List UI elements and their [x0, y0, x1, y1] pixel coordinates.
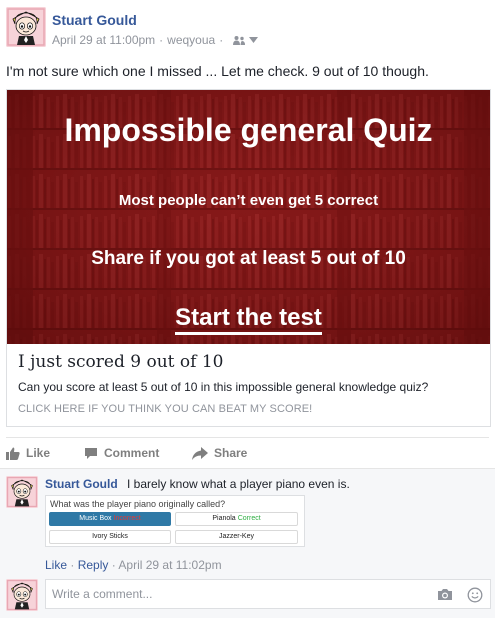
quiz-option: Ivory Sticks [49, 530, 171, 544]
like-label[interactable]: Like [26, 446, 50, 460]
commenter-avatar[interactable] [6, 476, 38, 508]
post-text: I'm not sure which one I missed ... Let … [6, 63, 429, 79]
avatar-image [6, 7, 46, 47]
avatar-image [6, 476, 38, 508]
quiz-option-label: Ivory Sticks [92, 533, 128, 540]
author-avatar[interactable] [6, 7, 46, 47]
share-arrow-icon [192, 446, 208, 460]
meta-separator: · [219, 33, 224, 47]
comment-attachment-image[interactable]: What was the player piano originally cal… [45, 495, 305, 547]
comment-footer: Like · Reply · April 29 at 11:02pm [45, 558, 222, 572]
smiley-icon[interactable] [467, 587, 483, 603]
quiz-option-mark: Incorrect [113, 515, 141, 522]
start-test-link[interactable]: Start the test [7, 304, 490, 335]
comment-composer[interactable] [45, 579, 491, 609]
comment-icon [85, 447, 97, 459]
share-label[interactable]: Share [214, 446, 247, 460]
link-title[interactable]: I just scored 9 out of 10 [18, 352, 223, 372]
link-description: Can you score at least 5 out of 10 in th… [18, 380, 429, 394]
start-test-label[interactable]: Start the test [175, 304, 322, 335]
author-name[interactable]: Stuart Gould [52, 12, 137, 28]
quiz-question: What was the player piano originally cal… [50, 499, 226, 509]
share-button[interactable]: Share [192, 444, 247, 462]
friends-audience-icon[interactable] [232, 35, 246, 45]
camera-icon[interactable] [437, 588, 453, 601]
comment-reply-link[interactable]: Reply [78, 558, 109, 572]
quiz-option-label: Jazzer-Key [218, 533, 254, 540]
meta-separator: · [159, 33, 164, 47]
comment-text: I barely know what a player piano even i… [127, 477, 350, 491]
quiz-option-mark: Correct [237, 515, 261, 522]
comment-input[interactable] [52, 585, 422, 603]
post-header: Stuart Gould April 29 at 11:00pm · weqyo… [0, 0, 495, 58]
link-banner-image[interactable]: Impossible general Quiz Most people can’… [7, 90, 490, 344]
banner-subtitle: Most people can’t even get 5 correct [118, 192, 379, 209]
banner-share-text: Share if you got at least 5 out of 10 [91, 248, 406, 269]
post-meta: April 29 at 11:00pm · weqyoua · [52, 33, 259, 47]
thumbs-up-icon [6, 447, 20, 460]
avatar-image [6, 579, 38, 611]
quiz-option-label: Music Box [79, 515, 112, 522]
comment-like-link[interactable]: Like [45, 558, 67, 572]
quiz-option: Jazzer-Key [175, 530, 298, 544]
comment-author[interactable]: Stuart Gould [45, 477, 118, 491]
quiz-option: Music Box Incorrect [49, 512, 171, 526]
viewer-avatar [6, 579, 38, 611]
quiz-option-label: Pianola [212, 515, 236, 522]
comment-button[interactable]: Comment [84, 444, 159, 462]
link-caption[interactable]: CLICK HERE IF YOU THINK YOU CAN BEAT MY … [18, 403, 312, 415]
banner-title: Impossible general Quiz [64, 112, 433, 148]
like-button[interactable]: Like [6, 444, 50, 462]
post-timestamp[interactable]: April 29 at 11:00pm [52, 33, 155, 47]
actions-divider [6, 437, 489, 438]
comment-label[interactable]: Comment [104, 446, 159, 460]
link-preview-card[interactable]: Impossible general Quiz Most people can’… [6, 89, 491, 427]
quiz-option: Pianola Correct [175, 512, 298, 526]
caret-down-icon[interactable] [249, 37, 259, 43]
post-app[interactable]: weqyoua [167, 33, 215, 47]
comment-timestamp[interactable]: April 29 at 11:02pm [118, 558, 221, 572]
footer-separator: · [70, 558, 78, 572]
